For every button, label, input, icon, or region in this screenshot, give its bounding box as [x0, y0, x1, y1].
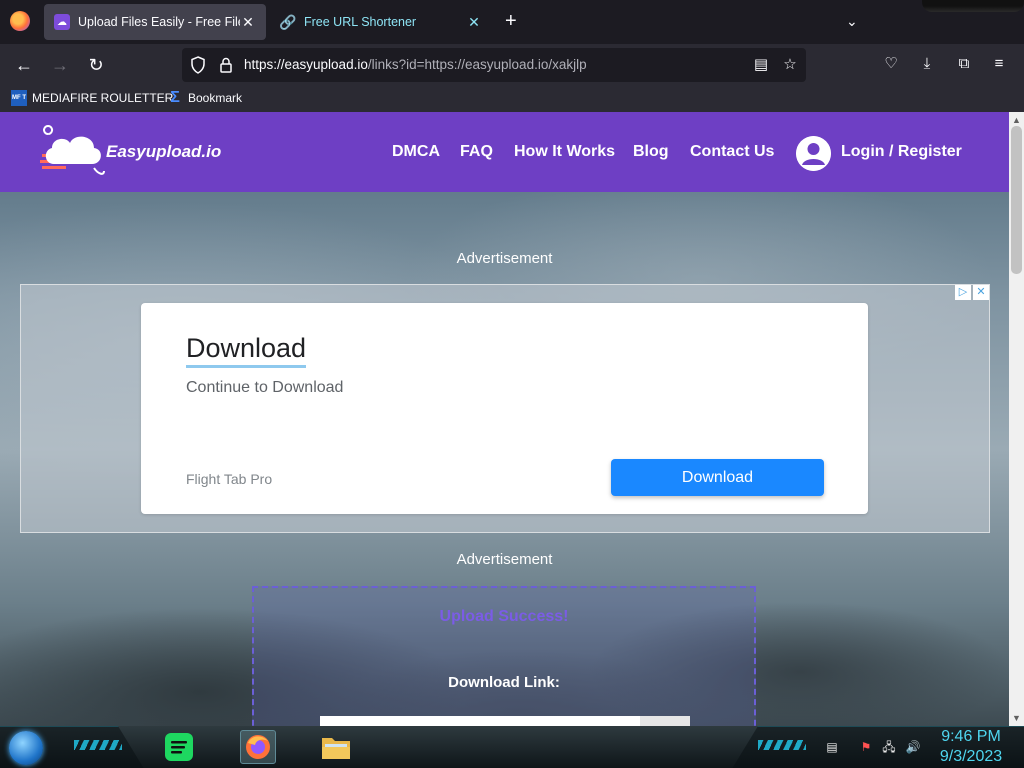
spotify-icon [165, 733, 193, 761]
ad-badges: ▷ ✕ [955, 285, 989, 300]
download-link-label: Download Link: [448, 674, 560, 691]
chevron-down-icon[interactable]: ⌄ [846, 13, 858, 30]
shield-icon[interactable] [190, 56, 206, 74]
nav-link-blog[interactable]: Blog [633, 143, 669, 161]
copy-link-button[interactable] [640, 716, 690, 726]
window-frame-decoration [922, 0, 1024, 12]
tab-title: Free URL Shortener [304, 15, 417, 29]
tray-overflow-icon[interactable]: ▤ [824, 740, 840, 754]
mediafire-favicon: MF T [11, 90, 27, 106]
reload-icon[interactable]: ↻ [83, 52, 109, 78]
close-tab-icon[interactable]: ✕ [466, 14, 482, 31]
flag-alert-icon[interactable]: ⚑ [858, 740, 874, 754]
ad-title[interactable]: Download [186, 333, 307, 368]
nav-link-faq[interactable]: FAQ [460, 143, 493, 161]
start-button[interactable] [9, 731, 43, 765]
volume-icon[interactable]: 🔊 [905, 740, 921, 754]
forward-arrow-icon[interactable]: → [47, 52, 73, 78]
folder-icon [322, 738, 350, 759]
nav-link-how-it-works[interactable]: How It Works [514, 143, 615, 161]
upload-success-text: Upload Success! [439, 608, 569, 625]
ad-close-icon[interactable]: ✕ [973, 285, 989, 300]
ad-card[interactable]: Download Continue to Download Flight Tab… [141, 303, 868, 514]
tab-title: Upload Files Easily - Free File Up [78, 15, 240, 29]
taskbar-decoration [74, 740, 122, 750]
firefox-view-icon[interactable] [10, 11, 30, 31]
user-avatar-icon[interactable] [796, 136, 831, 171]
url-text[interactable]: https://easyupload.io/links?id=https://e… [244, 57, 587, 72]
advertisement-label: Advertisement [456, 551, 553, 568]
taskbar-app-firefox[interactable] [240, 730, 276, 764]
adchoices-icon[interactable]: ▷ [955, 285, 971, 300]
site-header: Easyupload.io DMCA FAQ How It Works Blog… [0, 112, 1009, 192]
reader-view-icon[interactable]: ▤ [750, 54, 772, 76]
close-tab-icon[interactable]: ✕ [240, 14, 256, 31]
download-link-field[interactable] [320, 716, 640, 726]
advertisement-label: Advertisement [456, 250, 553, 267]
nav-link-contact-us[interactable]: Contact Us [690, 143, 774, 161]
bookmark-second[interactable]: Σ Bookmark [167, 89, 243, 106]
clock-date[interactable]: 9/3/2023 [936, 748, 1006, 766]
bookmark-mediafire[interactable]: MF T MEDIAFIRE ROULETTER [11, 90, 173, 106]
taskbar-app-spotify[interactable] [161, 730, 197, 764]
link-icon: 🔗 [279, 13, 297, 30]
extensions-icon[interactable]: ⧉ [953, 53, 975, 75]
easyupload-favicon: ☁ [54, 14, 70, 30]
taskbar-center-panel [118, 726, 758, 768]
star-icon[interactable]: ☆ [779, 54, 801, 76]
easyupload-logo-icon[interactable] [40, 124, 108, 180]
download-icon[interactable]: ⤓ [916, 53, 938, 75]
tab-easyupload[interactable]: ☁ Upload Files Easily - Free File Up ✕ [44, 4, 266, 40]
new-tab-button[interactable]: + [505, 10, 517, 32]
pocket-icon[interactable]: ♡ [880, 53, 902, 75]
taskbar-app-file-explorer[interactable] [318, 730, 354, 764]
clock-time[interactable]: 9:46 PM [936, 728, 1006, 746]
nav-link-dmca[interactable]: DMCA [392, 143, 440, 161]
ad-download-button[interactable]: Download [611, 459, 824, 496]
page-viewport: Easyupload.io DMCA FAQ How It Works Blog… [0, 112, 1009, 726]
back-arrow-icon[interactable]: ← [11, 52, 37, 78]
ad-brand: Flight Tab Pro [186, 471, 273, 487]
login-register-link[interactable]: Login / Register [841, 143, 962, 161]
network-icon[interactable]: 🖧 [881, 740, 897, 754]
bookmark-label: MEDIAFIRE ROULETTER [32, 91, 174, 105]
sigma-icon: Σ [170, 89, 180, 106]
lock-icon[interactable] [218, 56, 234, 74]
scroll-down-icon[interactable]: ▼ [1009, 711, 1024, 725]
ad-subtitle: Continue to Download [186, 379, 344, 396]
firefox-icon [246, 735, 270, 759]
scroll-thumb[interactable] [1011, 126, 1022, 274]
taskbar-decoration [758, 740, 806, 750]
scroll-up-icon[interactable]: ▲ [1009, 113, 1024, 127]
hamburger-menu-icon[interactable]: ≡ [988, 53, 1010, 75]
tab-url-shortener[interactable]: 🔗 Free URL Shortener ✕ [270, 4, 492, 40]
logo-text[interactable]: Easyupload.io [106, 142, 221, 162]
upload-result-box: Upload Success! Download Link: [252, 586, 756, 726]
bookmark-label: Bookmark [188, 91, 243, 105]
tab-bar: ☁ Upload Files Easily - Free File Up ✕ 🔗… [0, 0, 1024, 44]
